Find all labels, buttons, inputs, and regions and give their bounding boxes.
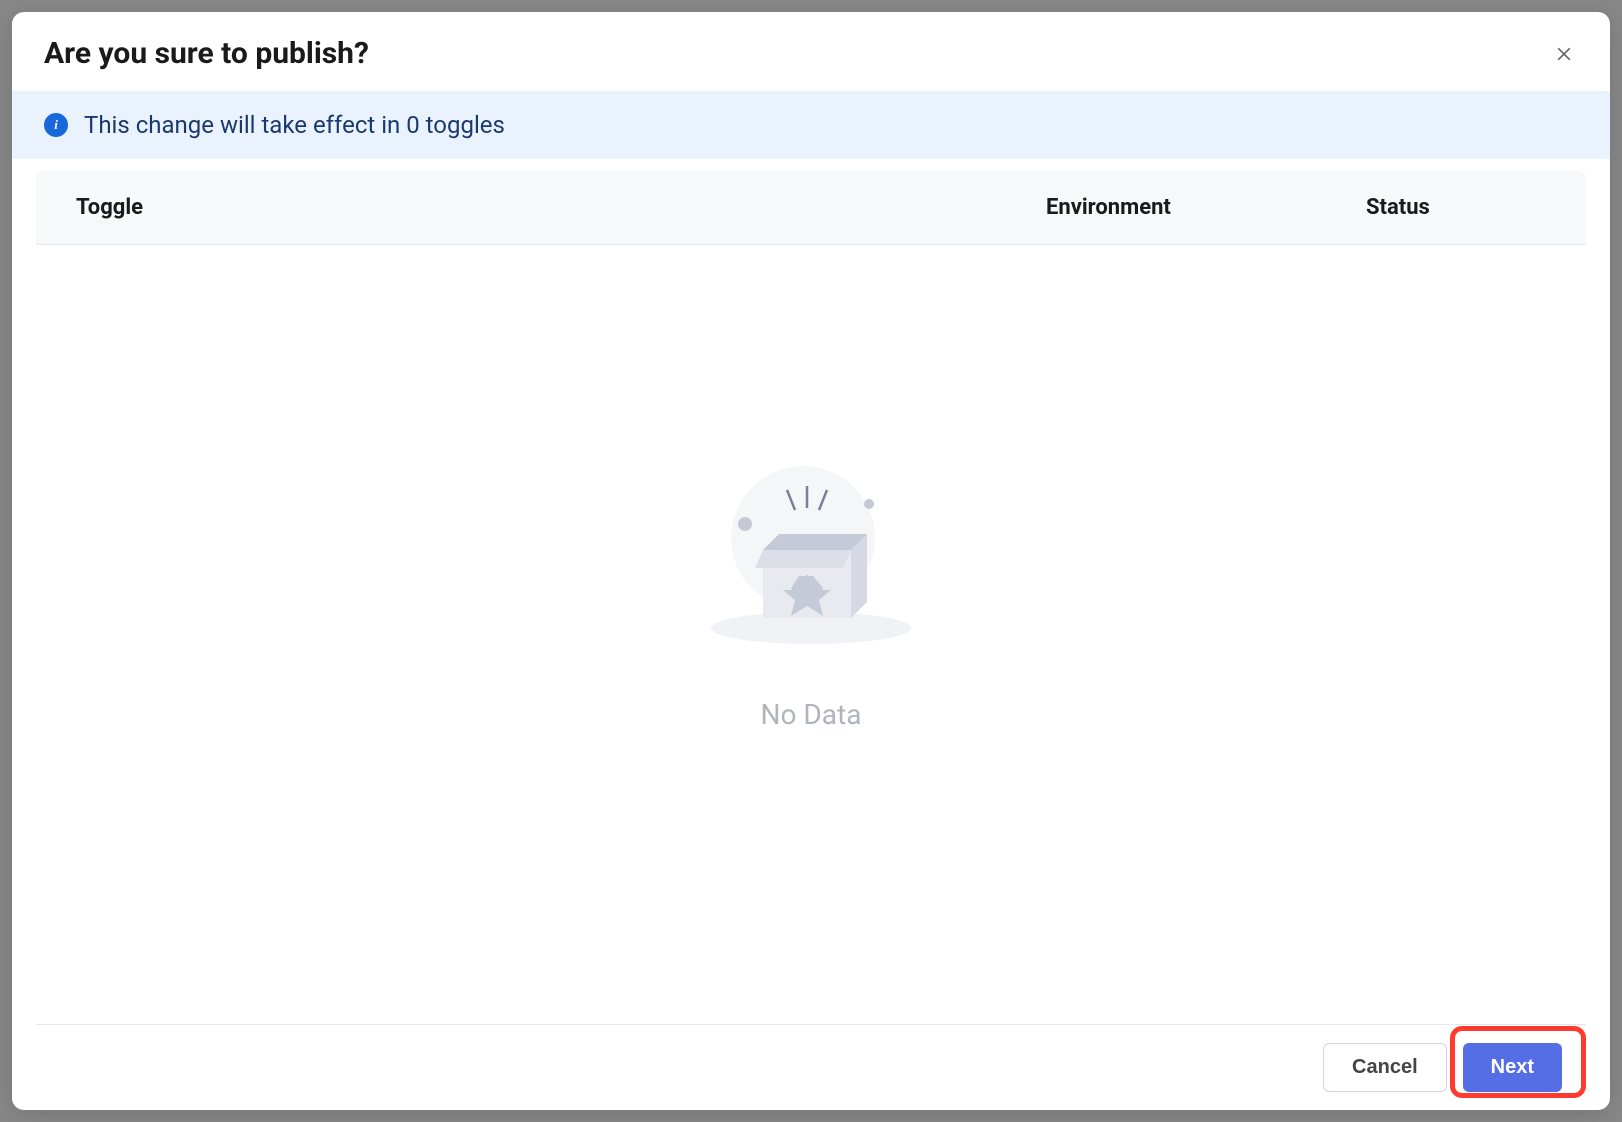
publish-confirm-modal: Are you sure to publish? i This change w… bbox=[12, 12, 1610, 1110]
empty-state: No Data bbox=[36, 245, 1586, 1024]
modal-footer: Cancel Next bbox=[36, 1024, 1586, 1110]
close-icon bbox=[1554, 44, 1574, 64]
column-header-status: Status bbox=[1366, 195, 1546, 220]
empty-state-text: No Data bbox=[761, 698, 862, 731]
modal-title: Are you sure to publish? bbox=[44, 36, 369, 71]
column-header-toggle: Toggle bbox=[76, 195, 1046, 220]
next-button[interactable]: Next bbox=[1463, 1043, 1562, 1092]
column-header-environment: Environment bbox=[1046, 195, 1366, 220]
empty-box-illustration bbox=[701, 458, 921, 658]
info-icon: i bbox=[44, 113, 68, 137]
modal-body: Toggle Environment Status bbox=[12, 159, 1610, 1024]
cancel-button[interactable]: Cancel bbox=[1323, 1043, 1447, 1092]
close-button[interactable] bbox=[1550, 40, 1578, 68]
info-message: This change will take effect in 0 toggle… bbox=[84, 111, 505, 139]
info-banner: i This change will take effect in 0 togg… bbox=[12, 91, 1610, 159]
modal-header: Are you sure to publish? bbox=[12, 12, 1610, 91]
table-header: Toggle Environment Status bbox=[36, 171, 1586, 245]
